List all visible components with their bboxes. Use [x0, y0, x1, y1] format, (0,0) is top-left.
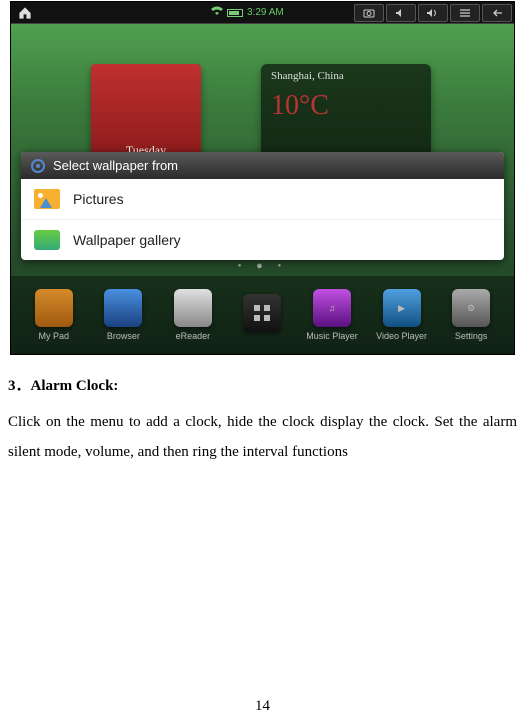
dialog-item-label: Pictures	[73, 191, 124, 207]
dock-item-music[interactable]: ♫ Music Player	[302, 289, 362, 341]
volume-down-button[interactable]	[386, 4, 416, 22]
dock-item-apps[interactable]	[232, 294, 292, 336]
wallpaper-gallery-icon	[33, 228, 61, 252]
dock-label: Browser	[107, 331, 140, 341]
home-screen: Tuesday Shanghai, China 10°C Select wall…	[11, 24, 514, 354]
apps-icon	[243, 294, 281, 332]
dock-item-browser[interactable]: Browser	[93, 289, 153, 341]
status-bar: 3:29 AM	[11, 2, 514, 24]
dialog-title-text: Select wallpaper from	[53, 158, 178, 173]
heading-separator: ．	[16, 378, 31, 394]
dock-label: My Pad	[39, 331, 70, 341]
dialog-item-label: Wallpaper gallery	[73, 232, 181, 248]
heading-title: Alarm Clock:	[31, 378, 119, 394]
dialog-title-bar: Select wallpaper from	[21, 152, 504, 179]
folder-icon	[35, 289, 73, 327]
browser-icon	[104, 289, 142, 327]
tablet-screenshot: 3:29 AM Tuesday Shang	[10, 1, 515, 355]
video-icon: ▶	[383, 289, 421, 327]
home-icon[interactable]	[15, 4, 35, 22]
weather-location: Shanghai, China	[271, 70, 421, 82]
menu-button[interactable]	[450, 4, 480, 22]
ereader-icon	[174, 289, 212, 327]
dock-item-settings[interactable]: ⚙ Settings	[441, 289, 501, 341]
wallpaper-dialog: Select wallpaper from Pictures Wallpaper…	[21, 152, 504, 260]
dock-label: eReader	[176, 331, 211, 341]
weather-widget[interactable]: Shanghai, China 10°C	[261, 64, 431, 164]
dock-item-video[interactable]: ▶ Video Player	[372, 289, 432, 341]
dialog-item-pictures[interactable]: Pictures	[21, 179, 504, 220]
status-time: 3:29 AM	[247, 7, 284, 18]
wifi-icon	[211, 6, 223, 19]
camera-button[interactable]	[354, 4, 384, 22]
volume-up-button[interactable]	[418, 4, 448, 22]
document-text: 3．Alarm Clock: Click on the menu to add …	[0, 355, 525, 467]
dialog-title-icon	[31, 159, 45, 173]
heading-number: 3	[8, 378, 16, 394]
dock-label: Settings	[455, 331, 488, 341]
settings-icon: ⚙	[452, 289, 490, 327]
pictures-icon	[33, 187, 61, 211]
dialog-item-wallpaper-gallery[interactable]: Wallpaper gallery	[21, 220, 504, 260]
dock: My Pad Browser eReader ♫ Music Player	[11, 276, 514, 354]
dock-item-mypad[interactable]: My Pad	[24, 289, 84, 341]
back-button[interactable]	[482, 4, 512, 22]
dock-label: Music Player	[306, 331, 358, 341]
weather-temperature: 10°C	[271, 90, 421, 122]
section-heading: 3．Alarm Clock:	[8, 371, 517, 401]
music-icon: ♫	[313, 289, 351, 327]
dock-item-ereader[interactable]: eReader	[163, 289, 223, 341]
battery-icon	[227, 9, 243, 17]
section-body: Click on the menu to add a clock, hide t…	[8, 407, 517, 467]
calendar-widget[interactable]: Tuesday	[91, 64, 201, 164]
page-indicator: • ● •	[11, 260, 514, 272]
dock-label: Video Player	[376, 331, 427, 341]
page-number: 14	[0, 698, 525, 715]
